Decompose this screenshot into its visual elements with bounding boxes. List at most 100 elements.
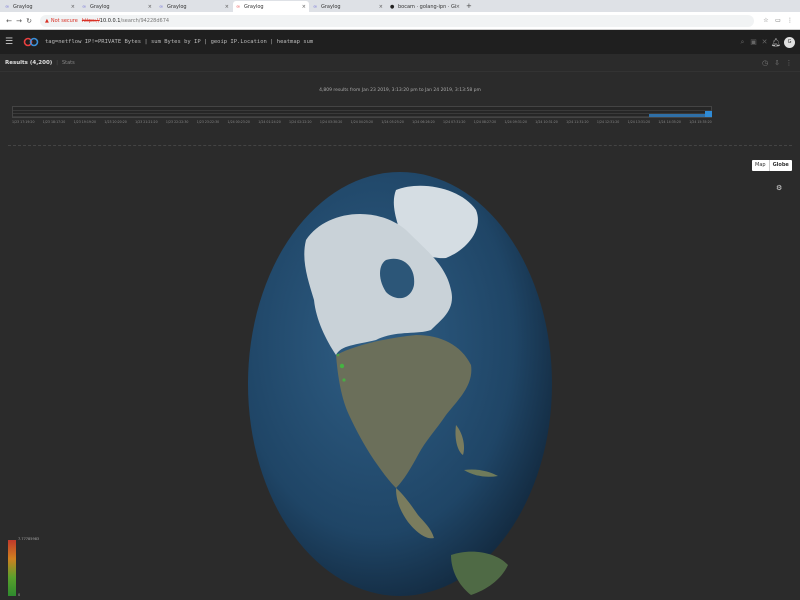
histogram-tick-label: 1/24 07:31:20 bbox=[442, 120, 466, 124]
url-scheme: https:// bbox=[81, 17, 100, 24]
save-icon[interactable]: ▣ bbox=[748, 38, 759, 46]
search-icon[interactable]: ⌕ bbox=[737, 38, 748, 47]
tab-label: Graylog bbox=[167, 3, 187, 10]
notifications-bell-icon[interactable]: 🔔︎ bbox=[770, 38, 782, 47]
histogram-tick-label: 1/23 22:22:30 bbox=[165, 120, 189, 124]
histogram-tick-label: 1/24 11:31:20 bbox=[566, 120, 589, 124]
histogram-tick-label: 1/24 09:31:20 bbox=[504, 120, 528, 124]
heatmap-legend: 7.77785983 0 bbox=[8, 537, 40, 599]
histogram-tick-label: 1/24 02:22:20 bbox=[289, 120, 312, 124]
histogram-tick-label: 1/23 18:17:20 bbox=[42, 120, 66, 124]
graylog-favicon-icon: ∞ bbox=[159, 3, 164, 10]
browser-tab-active[interactable]: ∞ Graylog × bbox=[233, 1, 309, 12]
histogram-tick-label: 1/24 12:31:20 bbox=[596, 120, 620, 124]
map-view-button[interactable]: Map bbox=[752, 160, 769, 171]
graylog-favicon-icon: ∞ bbox=[5, 3, 10, 10]
histogram-tick-label: 1/24 15:35:20 bbox=[689, 120, 712, 124]
histogram-tick-label: 1/24 04:25:20 bbox=[350, 120, 374, 124]
github-favicon-icon: ● bbox=[390, 3, 395, 10]
histogram-gridline bbox=[13, 116, 711, 117]
close-tab-icon[interactable]: × bbox=[71, 4, 75, 10]
export-icon[interactable]: ⇩ bbox=[771, 59, 783, 67]
browser-address-bar: ← → ↻ ▲ Not secure https://10.0.0.1/sear… bbox=[0, 12, 800, 30]
heatmap-point bbox=[336, 353, 340, 357]
legend-min-label: 0 bbox=[18, 593, 21, 597]
histogram-bar bbox=[649, 114, 705, 117]
heatmap-globe[interactable] bbox=[246, 170, 554, 598]
graylog-favicon-icon: ∞ bbox=[236, 3, 241, 10]
close-tab-icon[interactable]: × bbox=[379, 4, 383, 10]
histogram-tick-label: 1/23 19:19:20 bbox=[73, 120, 97, 124]
more-options-icon[interactable]: ⋮ bbox=[783, 59, 795, 67]
user-avatar[interactable]: G bbox=[784, 36, 795, 48]
search-query-input[interactable]: tag=netflow IP!=PRIVATE Bytes | sum Byte… bbox=[45, 39, 737, 45]
histogram-tick-label: 1/24 10:31:20 bbox=[535, 120, 558, 124]
browser-tab-bar: ∞ Graylog × ∞ Graylog × ∞ Graylog × ∞ Graylog × … bbox=[0, 0, 800, 12]
histogram-tick-label: 1/24 14:35:20 bbox=[658, 120, 681, 124]
legend-max-label: 7.77785983 bbox=[18, 537, 40, 541]
histogram-tick-label: 1/23 21:21:20 bbox=[135, 120, 158, 124]
warning-icon[interactable]: ▲ bbox=[45, 18, 49, 24]
histogram-tick-label: 1/23 23:22:30 bbox=[196, 120, 220, 124]
histogram-tick-label: 1/24 03:30:20 bbox=[319, 120, 343, 124]
heatmap-point bbox=[342, 378, 346, 382]
url-host: 10.0.0.1 bbox=[99, 17, 121, 24]
hamburger-menu-icon[interactable]: ☰ bbox=[5, 37, 17, 47]
stats-tab[interactable]: Stats bbox=[62, 60, 759, 66]
graylog-logo-icon[interactable] bbox=[23, 36, 39, 48]
bookmark-star-icon[interactable]: ☆ bbox=[760, 17, 772, 24]
browser-tab[interactable]: ∞ Graylog × bbox=[156, 1, 232, 12]
url-input[interactable]: ▲ Not secure https://10.0.0.1/search/942… bbox=[40, 14, 754, 27]
histogram-gridline bbox=[13, 110, 711, 111]
south-america-landmass bbox=[451, 551, 508, 595]
close-tab-icon[interactable]: × bbox=[302, 4, 306, 10]
close-tab-icon[interactable]: × bbox=[148, 4, 152, 10]
globe-view-button[interactable]: Globe bbox=[768, 160, 792, 171]
new-tab-button[interactable]: + bbox=[466, 1, 472, 12]
histogram-axis-ticks: 1/23 17:19:20 1/23 18:17:20 1/23 19:19:20 1… bbox=[12, 120, 712, 126]
histogram-tick-label: 1/24 08:27:20 bbox=[473, 120, 497, 124]
histogram-gridline bbox=[13, 113, 711, 114]
section-divider bbox=[8, 145, 792, 146]
back-arrow-icon[interactable]: ← bbox=[4, 17, 14, 25]
cast-icon[interactable]: ▭ bbox=[772, 17, 784, 24]
tab-label: Graylog bbox=[90, 3, 110, 10]
tab-label: Graylog bbox=[321, 3, 341, 10]
browser-tab[interactable]: ∞ Graylog × bbox=[310, 1, 386, 12]
app-header: ☰ tag=netflow IP!=PRIVATE Bytes | sum By… bbox=[0, 30, 800, 54]
security-label[interactable]: Not secure bbox=[51, 18, 78, 24]
browser-tab[interactable]: ∞ Graylog × bbox=[79, 1, 155, 12]
browser-tab[interactable]: ∞ Graylog × bbox=[2, 1, 78, 12]
view-toggle: Map Globe bbox=[752, 160, 792, 171]
histogram-tick-label: 1/24 01:24:20 bbox=[258, 120, 281, 124]
url-path: /search/94228d674 bbox=[120, 17, 170, 24]
graylog-favicon-icon: ∞ bbox=[82, 3, 87, 10]
forward-arrow-icon[interactable]: → bbox=[14, 17, 24, 25]
results-histogram[interactable] bbox=[12, 106, 712, 118]
histogram-summary: 4,809 results from Jan 23 2019, 3:13:20 … bbox=[319, 88, 481, 93]
tab-label: Graylog bbox=[244, 3, 264, 10]
close-tab-icon[interactable]: × bbox=[456, 4, 460, 10]
results-title-tab[interactable]: Results (4,200) bbox=[5, 60, 52, 66]
tab-label: Graylog bbox=[13, 3, 33, 10]
clear-icon[interactable]: ✕ bbox=[759, 38, 770, 46]
history-icon[interactable]: ◷ bbox=[759, 59, 771, 67]
gear-icon[interactable]: ⚙ bbox=[776, 184, 782, 192]
graylog-favicon-icon: ∞ bbox=[313, 3, 318, 10]
histogram-tick-label: 1/24 13:31:20 bbox=[627, 120, 651, 124]
results-bar: Results (4,200) | Stats ◷ ⇩ ⋮ bbox=[0, 54, 800, 72]
histogram-tick-label: 1/24 06:26:20 bbox=[412, 120, 435, 124]
close-tab-icon[interactable]: × bbox=[225, 4, 229, 10]
reload-icon[interactable]: ↻ bbox=[24, 17, 34, 25]
results-separator: | bbox=[56, 59, 58, 66]
legend-gradient bbox=[8, 540, 16, 596]
histogram-bar bbox=[705, 111, 712, 117]
histogram-tick-label: 1/23 17:19:20 bbox=[12, 120, 35, 124]
histogram-tick-label: 1/24 05:25:20 bbox=[381, 120, 404, 124]
histogram-tick-label: 1/24 00:23:20 bbox=[227, 120, 250, 124]
tab-label: bocam · golang-ipn · GitHub bbox=[398, 3, 456, 10]
browser-menu-icon[interactable]: ⋮ bbox=[784, 17, 796, 24]
browser-tab[interactable]: ●bocam · golang-ipn · GitHub× bbox=[387, 1, 463, 12]
heatmap-point bbox=[339, 363, 345, 369]
histogram-tick-label: 1/23 20:20:20 bbox=[104, 120, 127, 124]
